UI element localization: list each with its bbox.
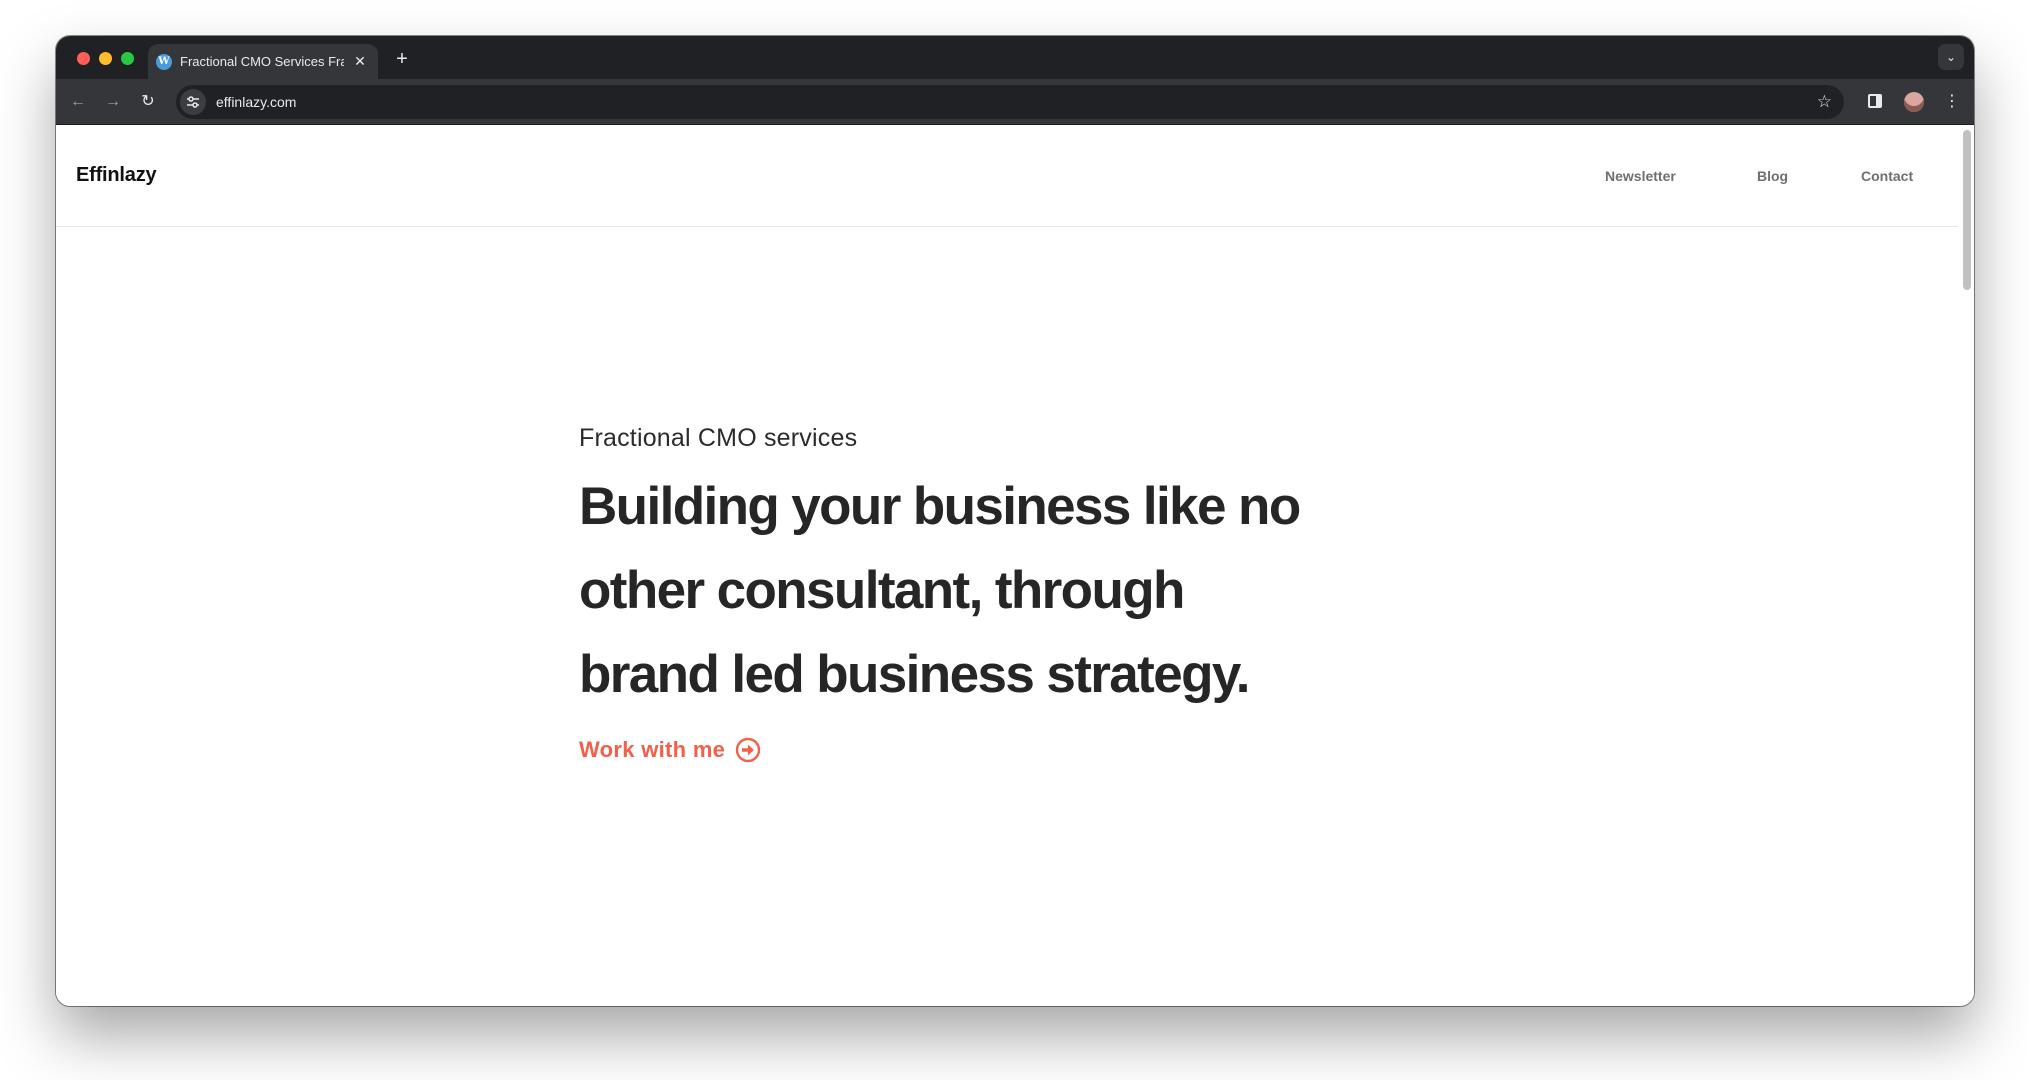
- hero-eyebrow: Fractional CMO services: [579, 424, 858, 452]
- url-text[interactable]: effinlazy.com: [216, 94, 1817, 110]
- close-tab-icon[interactable]: ✕: [352, 53, 368, 70]
- reload-icon[interactable]: ↻: [136, 90, 160, 114]
- headline-line: other consultant, through: [579, 561, 1185, 620]
- nav-link-newsletter[interactable]: Newsletter: [1605, 168, 1676, 184]
- work-with-me-link[interactable]: Work with me: [579, 737, 761, 763]
- nav-link-contact[interactable]: Contact: [1861, 168, 1913, 184]
- headline-line: Building your business like no: [579, 477, 1301, 536]
- site-header: Effinlazy Newsletter Blog Contact: [56, 126, 1958, 227]
- close-window-button[interactable]: [77, 52, 90, 65]
- nav-link-blog[interactable]: Blog: [1757, 168, 1788, 184]
- maximize-window-button[interactable]: [121, 52, 134, 65]
- web-page: Effinlazy Newsletter Blog Contact Fracti…: [56, 126, 1974, 1006]
- back-arrow-icon[interactable]: ←: [66, 90, 90, 114]
- hero-headline: Building your business like no other con…: [579, 465, 1479, 717]
- profile-avatar[interactable]: [1904, 92, 1924, 112]
- window-controls: [77, 52, 134, 65]
- browser-window: W Fractional CMO Services Frac ✕ + ⌄ ← →…: [56, 36, 1974, 1006]
- tab-strip: W Fractional CMO Services Frac ✕ + ⌄: [56, 36, 1974, 79]
- more-menu-icon[interactable]: ⋮: [1944, 90, 1960, 114]
- cta-label: Work with me: [579, 737, 726, 762]
- hero-section: Fractional CMO services Building your bu…: [579, 424, 1479, 763]
- side-panel-icon[interactable]: [1868, 94, 1882, 108]
- site-settings-icon[interactable]: [180, 89, 206, 115]
- new-tab-button[interactable]: +: [390, 48, 414, 72]
- minimize-window-button[interactable]: [99, 52, 112, 65]
- forward-arrow-icon[interactable]: →: [101, 90, 125, 114]
- tab-title: Fractional CMO Services Frac: [180, 54, 344, 69]
- wordpress-icon: W: [156, 53, 172, 70]
- scrollbar-thumb[interactable]: [1963, 130, 1971, 290]
- tab-search-chevron-icon[interactable]: ⌄: [1938, 44, 1964, 70]
- bookmark-star-icon[interactable]: ☆: [1817, 92, 1832, 112]
- address-bar[interactable]: effinlazy.com ☆: [176, 85, 1844, 119]
- browser-tab[interactable]: W Fractional CMO Services Frac ✕: [148, 44, 378, 79]
- circle-arrow-right-icon: [736, 737, 761, 763]
- site-logo[interactable]: Effinlazy: [76, 164, 157, 187]
- headline-line: brand led business strategy.: [579, 645, 1251, 704]
- browser-toolbar: ← → ↻ effinlazy.com ☆ ⋮: [56, 79, 1974, 125]
